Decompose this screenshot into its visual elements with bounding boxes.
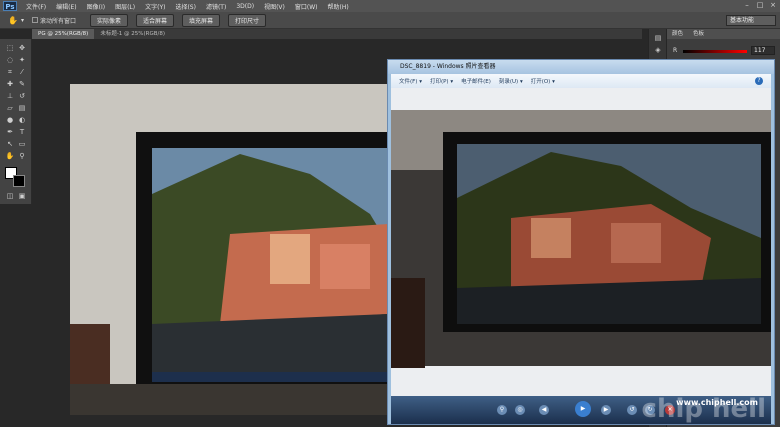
maximize-icon[interactable]: □	[755, 1, 765, 10]
menu-type[interactable]: 文字(Y)	[140, 2, 170, 11]
photo-image	[70, 84, 388, 415]
menu-edit[interactable]: 编辑(E)	[51, 2, 81, 11]
menubar: Ps 文件(F) 编辑(E) 图像(I) 图层(L) 文字(Y) 选择(S) 滤…	[0, 0, 780, 12]
menu-layer[interactable]: 图层(L)	[110, 2, 140, 11]
print-size-button[interactable]: 打印尺寸	[228, 13, 267, 27]
history-brush-icon[interactable]: ↺	[17, 91, 27, 101]
lasso-icon[interactable]: ◌	[5, 55, 15, 65]
site-watermark: www.chiphell.com	[676, 398, 758, 407]
minimize-icon[interactable]: –	[742, 1, 752, 10]
viewer-title: DSC_8819 - Windows 照片查看器	[388, 60, 774, 74]
viewer-menu-file[interactable]: 文件(F) ▾	[399, 77, 422, 85]
scroll-all-label: 滚动所有窗口	[39, 17, 76, 25]
viewer-menu-print[interactable]: 打印(P) ▾	[430, 77, 453, 85]
type-icon[interactable]: T	[17, 127, 27, 137]
document-tabbar: PG @ 25%(RGB/8) 未标题-1 @ 25%(RGB/8)	[32, 29, 642, 39]
eraser-icon[interactable]: ▱	[5, 103, 15, 113]
gradient-icon[interactable]: ▤	[17, 103, 27, 113]
stamp-icon[interactable]: ⊥	[5, 91, 15, 101]
viewer-photo	[391, 88, 771, 396]
photoshop-logo: Ps	[3, 1, 17, 11]
hand-tool-icon[interactable]: ✋	[8, 16, 18, 25]
properties-panel-icon[interactable]: ◈	[653, 45, 663, 55]
hand-icon[interactable]: ✋	[5, 151, 15, 161]
viewer-menu-burn[interactable]: 刻录(U) ▾	[499, 77, 523, 85]
rotate-left-icon[interactable]: ↺	[627, 405, 637, 415]
background-color-swatch[interactable]	[13, 175, 25, 187]
dodge-icon[interactable]: ◐	[17, 115, 27, 125]
pen-icon[interactable]: ✒	[5, 127, 15, 137]
viewer-menu-email[interactable]: 电子邮件(E)	[461, 77, 491, 85]
tools-panel: ⬚ ✥ ◌ ✦ ⌗ ⁄ ✚ ✎ ⊥ ↺ ▱ ▤ ● ◐ ✒ T ↖ ▭ ✋ ⚲ …	[0, 39, 32, 204]
viewer-image-area	[391, 88, 771, 396]
healing-icon[interactable]: ✚	[5, 79, 15, 89]
tab-document-1[interactable]: PG @ 25%(RGB/8)	[32, 29, 95, 39]
history-panel-icon[interactable]: ▤	[653, 33, 663, 43]
tab-swatches[interactable]: 色板	[688, 29, 709, 39]
help-icon[interactable]: ?	[755, 77, 763, 85]
zoom-icon[interactable]: ⚲	[497, 405, 507, 415]
menu-window[interactable]: 窗口(W)	[290, 2, 323, 11]
crop-icon[interactable]: ⌗	[5, 67, 15, 77]
path-select-icon[interactable]: ↖	[5, 139, 15, 149]
move-icon[interactable]: ✥	[17, 43, 27, 53]
photo-canvas[interactable]	[70, 84, 388, 415]
red-slider[interactable]	[683, 50, 747, 53]
workspace-select[interactable]: 基本功能	[726, 15, 776, 26]
quick-mask-icon[interactable]: ◫	[5, 191, 15, 201]
shape-icon[interactable]: ▭	[17, 139, 27, 149]
tab-document-2[interactable]: 未标题-1 @ 25%(RGB/8)	[94, 29, 171, 39]
menu-filter[interactable]: 滤镜(T)	[201, 2, 231, 11]
previous-icon[interactable]: ◀	[539, 405, 549, 415]
fill-screen-button[interactable]: 填充屏幕	[182, 13, 221, 27]
eyedropper-icon[interactable]: ⁄	[17, 67, 27, 77]
tab-color[interactable]: 颜色	[667, 29, 688, 39]
close-icon[interactable]: ×	[768, 1, 778, 10]
scroll-all-checkbox[interactable]	[31, 17, 38, 23]
zoom-icon[interactable]: ⚲	[17, 151, 27, 161]
color-panel-header: 颜色 色板	[667, 29, 780, 39]
screen-mode-icon[interactable]: ▣	[17, 191, 27, 201]
actual-size-icon[interactable]: ◎	[515, 405, 525, 415]
dropdown-icon[interactable]: ▾	[21, 17, 24, 24]
menu-view[interactable]: 视图(V)	[259, 2, 290, 11]
menu-select[interactable]: 选择(S)	[170, 2, 201, 11]
magic-wand-icon[interactable]: ✦	[17, 55, 27, 65]
next-icon[interactable]: ▶	[601, 405, 611, 415]
red-value-field[interactable]: 117	[751, 46, 775, 55]
menu-3d[interactable]: 3D(D)	[231, 3, 259, 10]
menu-help[interactable]: 帮助(H)	[323, 2, 354, 11]
fit-screen-button[interactable]: 适合屏幕	[136, 13, 175, 27]
window-controls: – □ ×	[742, 1, 778, 10]
viewer-menu-open[interactable]: 打开(O) ▾	[531, 77, 555, 85]
menu-file[interactable]: 文件(F)	[21, 2, 51, 11]
actual-pixels-button[interactable]: 实际像素	[90, 13, 129, 27]
viewer-menubar: 文件(F) ▾ 打印(P) ▾ 电子邮件(E) 刻录(U) ▾ 打开(O) ▾ …	[391, 74, 771, 88]
options-bar: ✋ ▾ 滚动所有窗口 实际像素 适合屏幕 填充屏幕 打印尺寸	[0, 12, 780, 29]
blur-icon[interactable]: ●	[5, 115, 15, 125]
photo-viewer-window: DSC_8819 - Windows 照片查看器 文件(F) ▾ 打印(P) ▾…	[387, 59, 775, 425]
slideshow-icon[interactable]: ▶	[575, 401, 591, 417]
marquee-icon[interactable]: ⬚	[5, 43, 15, 53]
brush-icon[interactable]: ✎	[17, 79, 27, 89]
channel-label: R	[673, 47, 678, 54]
menu-image[interactable]: 图像(I)	[82, 2, 110, 11]
